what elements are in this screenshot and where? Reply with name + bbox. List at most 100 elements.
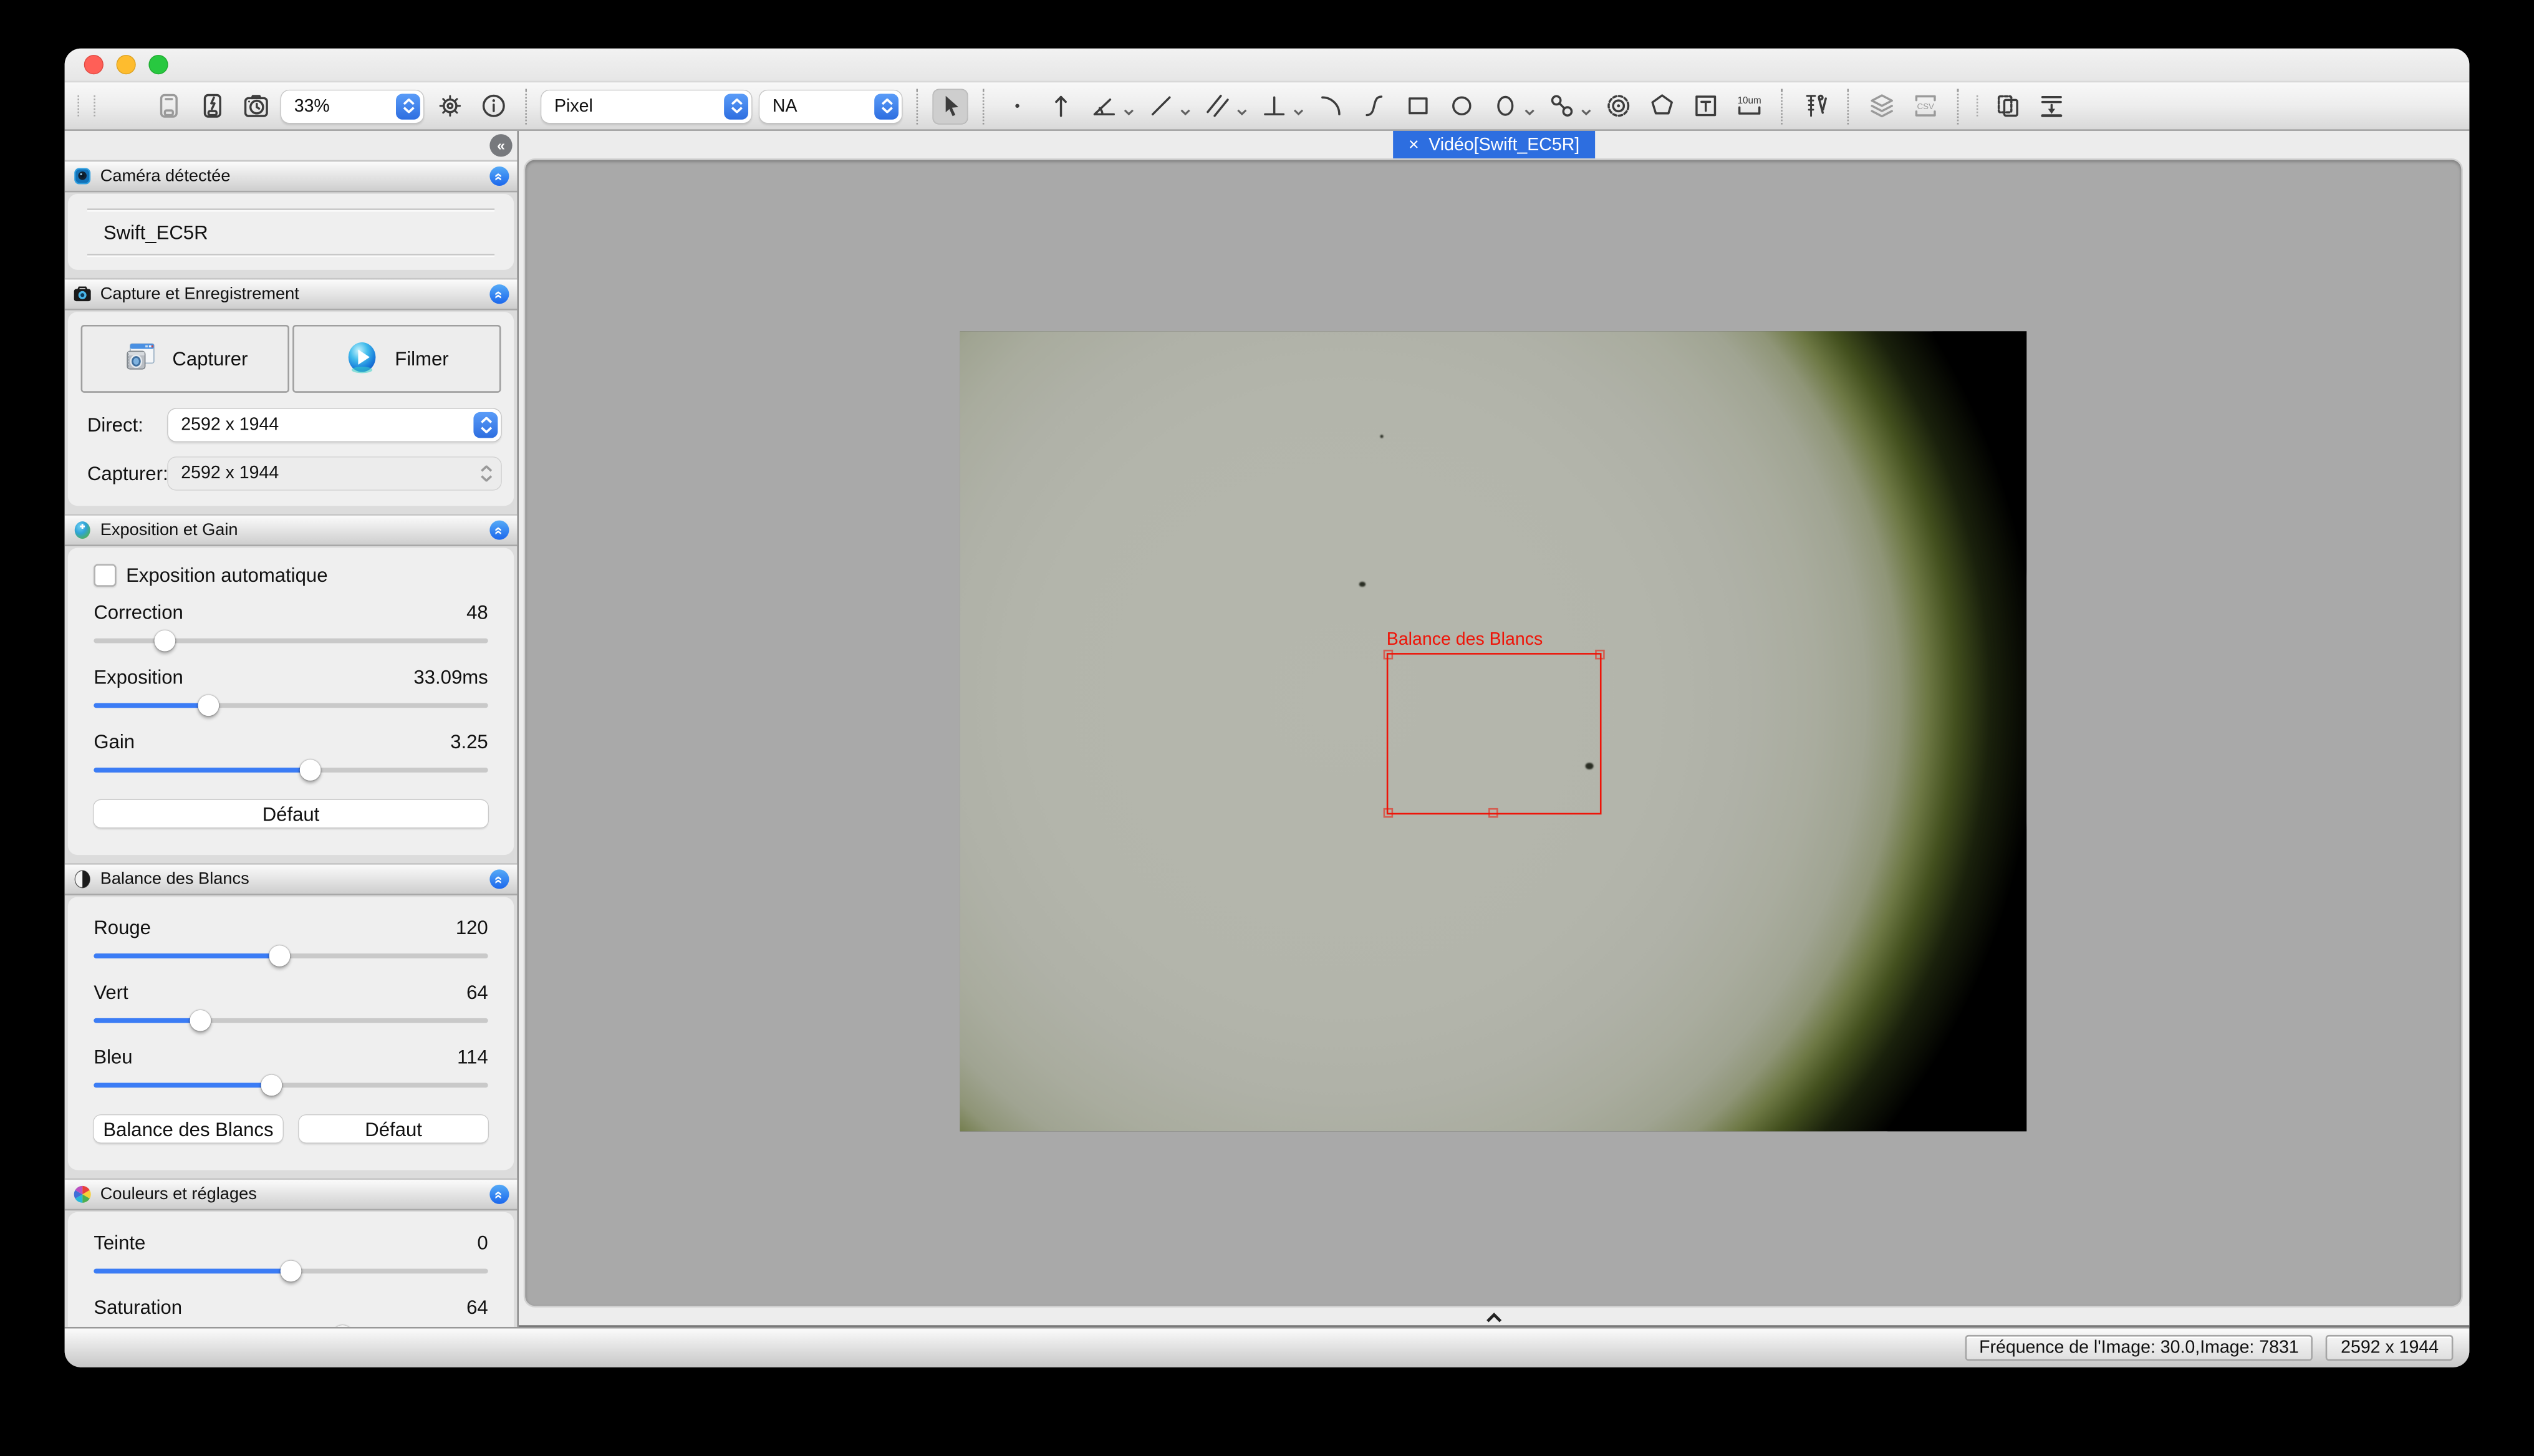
saturation-slider[interactable]	[94, 1324, 488, 1327]
vert-slider[interactable]	[94, 1008, 488, 1031]
section-collapse-button[interactable]: «	[489, 521, 509, 540]
angle-tool-button[interactable]	[1086, 88, 1122, 123]
bleu-slider[interactable]	[94, 1073, 488, 1096]
info-button[interactable]	[475, 88, 511, 123]
perpendicular-tool-group[interactable]	[1256, 88, 1304, 123]
collapse-up-icon: «	[492, 526, 506, 534]
roi-handle[interactable]	[1595, 650, 1605, 660]
parallel-lines-tool-button[interactable]	[1199, 88, 1235, 123]
circle-tool-button[interactable]	[1443, 88, 1479, 123]
slider-knob[interactable]	[332, 1324, 353, 1327]
stepper-icon	[473, 461, 498, 486]
direct-resolution-select[interactable]: 2592 x 1944	[168, 409, 501, 441]
arc-tool-button[interactable]	[1313, 88, 1348, 123]
rectangle-tool-button[interactable]	[1400, 88, 1435, 123]
export-csv-button[interactable]: CSV	[1907, 88, 1942, 123]
quick-save-button[interactable]	[194, 88, 229, 123]
viewer-canvas[interactable]: Balance des Blancs	[525, 160, 2461, 1306]
correction-slider[interactable]	[94, 629, 488, 651]
section-title: Balance des Blancs	[100, 869, 249, 889]
export-image-button[interactable]	[2033, 88, 2069, 123]
exposure-default-button[interactable]: Défaut	[94, 800, 488, 827]
ellipse-tool-button[interactable]	[1486, 88, 1522, 123]
slider-knob[interactable]	[198, 694, 219, 715]
capture-resolution-select[interactable]: 2592 x 1944	[168, 457, 501, 489]
white-balance-default-button[interactable]: Défaut	[299, 1115, 488, 1142]
section-header-capture[interactable]: Capture et Enregistrement «	[65, 278, 518, 311]
section-collapse-button[interactable]: «	[489, 284, 509, 304]
section-collapse-button[interactable]: «	[489, 869, 509, 889]
linked-circles-tool-group[interactable]	[1543, 88, 1592, 123]
minimize-window-button[interactable]	[117, 55, 136, 74]
layers-button[interactable]	[1863, 88, 1899, 123]
roi-handle[interactable]	[1488, 808, 1498, 818]
exposition-slider[interactable]	[94, 693, 488, 716]
zoom-level-select[interactable]: 33%	[281, 90, 423, 122]
slider-knob[interactable]	[261, 1074, 282, 1095]
camera-device-item[interactable]: Swift_EC5R	[87, 210, 494, 254]
text-tool-button[interactable]	[1687, 88, 1723, 123]
slider-knob[interactable]	[269, 945, 290, 966]
slider-track[interactable]	[94, 637, 488, 642]
capture-button[interactable]: Capturer	[81, 325, 289, 393]
parallel-tool-group[interactable]	[1199, 88, 1248, 123]
section-title: Couleurs et réglages	[100, 1185, 257, 1204]
concentric-circles-tool-button[interactable]	[1600, 88, 1636, 123]
roi-handle[interactable]	[1384, 808, 1394, 818]
unit-select[interactable]: Pixel	[541, 90, 751, 122]
teinte-slider[interactable]	[94, 1259, 488, 1281]
zoom-level-value: 33%	[294, 96, 330, 115]
section-collapse-button[interactable]: «	[489, 1185, 509, 1204]
section-header-colors[interactable]: Couleurs et réglages «	[65, 1178, 518, 1210]
gain-slider[interactable]	[94, 758, 488, 781]
tab-close-icon[interactable]: ×	[1409, 137, 1419, 155]
polygon-tool-button[interactable]	[1644, 88, 1679, 123]
desktop: 33% Pixel NA	[0, 0, 2534, 1456]
magnification-select[interactable]: NA	[759, 90, 902, 122]
content: « Caméra détectée « Swift_EC5R	[65, 131, 2470, 1327]
capture-timer-button[interactable]	[238, 88, 273, 123]
video-tab[interactable]: × Vidéo[Swift_EC5R]	[1392, 131, 1596, 160]
record-button[interactable]: Filmer	[292, 325, 501, 393]
slider-knob[interactable]	[300, 759, 321, 780]
angle-tool-group[interactable]	[1086, 88, 1135, 123]
calibrate-tool-button[interactable]	[1797, 88, 1833, 123]
linked-circles-tool-button[interactable]	[1543, 88, 1579, 123]
zoom-window-button[interactable]	[148, 55, 168, 74]
chevron-down-icon	[1123, 108, 1134, 117]
ellipse-tool-group[interactable]	[1486, 88, 1535, 123]
line-tool-group[interactable]	[1142, 88, 1191, 123]
section-header-exposure[interactable]: Exposition et Gain «	[65, 514, 518, 546]
perpendicular-tool-button[interactable]	[1256, 88, 1291, 123]
svg-text:CSV: CSV	[1916, 102, 1933, 111]
open-file-button[interactable]	[107, 88, 142, 123]
save-button[interactable]	[150, 88, 186, 123]
point-tool-button[interactable]	[999, 88, 1034, 123]
settings-button[interactable]	[431, 88, 467, 123]
slider-knob[interactable]	[190, 1010, 211, 1031]
color-wheel-icon	[73, 1185, 92, 1204]
arrow-tool-button[interactable]	[1043, 88, 1078, 123]
toolbar-separator	[1957, 88, 1959, 123]
rouge-slider[interactable]	[94, 944, 488, 967]
line-tool-button[interactable]	[1142, 88, 1178, 123]
slider-knob[interactable]	[281, 1260, 302, 1281]
titlebar[interactable]	[65, 49, 2470, 82]
select-tool-button[interactable]	[932, 88, 968, 123]
section-header-camera[interactable]: Caméra détectée «	[65, 160, 518, 193]
roi-handle[interactable]	[1384, 650, 1394, 660]
slider-knob[interactable]	[154, 630, 175, 651]
section-camera: Caméra détectée « Swift_EC5R	[65, 160, 518, 270]
dust-speck	[1359, 582, 1365, 587]
white-balance-roi[interactable]: Balance des Blancs	[1387, 653, 1602, 814]
section-collapse-button[interactable]: «	[489, 166, 509, 186]
white-balance-button[interactable]: Balance des Blancs	[94, 1115, 282, 1142]
curve-tool-button[interactable]	[1356, 88, 1392, 123]
auto-exposure-checkbox[interactable]	[94, 564, 116, 587]
sidebar-collapse-button[interactable]: «	[489, 134, 512, 157]
close-window-button[interactable]	[84, 55, 104, 74]
expand-panel-chevron[interactable]	[1485, 1313, 1503, 1324]
section-header-white-balance[interactable]: Balance des Blancs «	[65, 863, 518, 895]
scalebar-tool-button[interactable]: 10um	[1731, 88, 1766, 123]
duplicate-button[interactable]	[1990, 88, 2025, 123]
